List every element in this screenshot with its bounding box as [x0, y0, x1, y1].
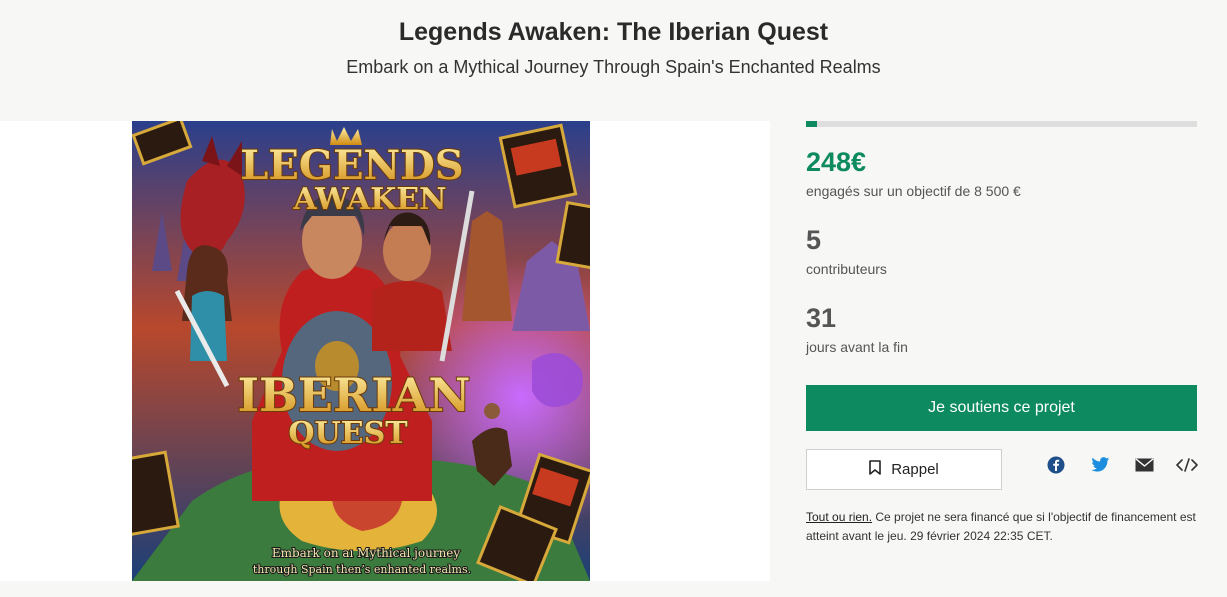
project-subtitle: Embark on a Mythical Journey Through Spa…	[346, 57, 881, 77]
cover-image[interactable]: LEGENDS AWAKEN IBERIAN QUEST Embark on a…	[132, 121, 590, 581]
days-remaining-count: 31	[806, 303, 837, 333]
cover-tagline-line2: through Spain then’s enhanted realms.	[253, 563, 471, 576]
contributors-count: 5	[806, 225, 822, 255]
amount-goal-label: engagés sur un objectif de 8 500 €	[806, 183, 1021, 199]
reminder-label: Rappel	[891, 461, 939, 478]
embed-icon[interactable]	[1176, 454, 1198, 476]
twitter-icon[interactable]	[1089, 454, 1111, 476]
contributors-label: contributeurs	[806, 261, 887, 277]
support-project-button[interactable]: Je soutiens ce projet	[806, 385, 1197, 431]
days-remaining-label: jours avant la fin	[806, 339, 908, 355]
project-title: Legends Awaken: The Iberian Quest	[398, 18, 829, 46]
funding-progress-fill	[806, 121, 818, 127]
cover-title-awaken: AWAKEN	[292, 182, 446, 217]
amount-raised: 248€	[806, 147, 867, 177]
reminder-button[interactable]: Rappel	[806, 449, 1002, 490]
cover-title-quest: QUEST	[288, 416, 408, 451]
cover-title-iberian: IBERIAN	[238, 368, 471, 422]
cover-illustration: LEGENDS AWAKEN IBERIAN QUEST Embark on a…	[132, 121, 590, 581]
project-media: LEGENDS AWAKEN IBERIAN QUEST Embark on a…	[0, 121, 770, 581]
funding-progress-bar	[806, 121, 1197, 127]
email-icon[interactable]	[1133, 454, 1155, 476]
all-or-nothing-note: Tout ou rien. Ce projet ne sera financé …	[806, 508, 1197, 546]
cover-tagline-line1: Embark on aı Mythical journey	[272, 546, 461, 560]
all-or-nothing-link[interactable]: Tout ou rien.	[806, 510, 872, 524]
project-header: Legends Awaken: The Iberian Quest Embark…	[0, 0, 1227, 110]
bookmark-icon	[869, 460, 882, 479]
facebook-icon[interactable]	[1045, 454, 1067, 476]
